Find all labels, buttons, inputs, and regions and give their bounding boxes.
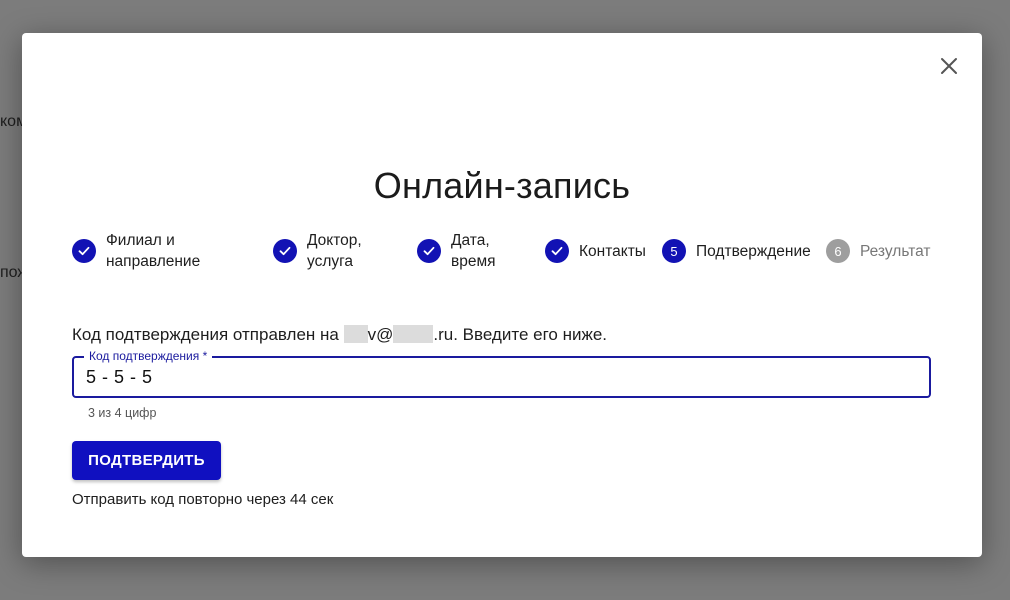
step-result: 6 Результат	[826, 229, 931, 273]
step-label: Результат	[860, 242, 931, 260]
confirmation-code-input[interactable]	[86, 358, 917, 396]
step-doctor[interactable]: Доктор, услуга	[273, 229, 362, 273]
check-icon	[72, 239, 96, 263]
redacted-text	[393, 325, 434, 343]
close-icon[interactable]	[938, 55, 960, 77]
step-label: Контакты	[579, 242, 646, 260]
email-part: .ru. Введите его ниже.	[433, 325, 608, 344]
dialog-title: Онлайн-запись	[373, 165, 631, 206]
step-label: Дата, время	[451, 232, 496, 270]
step-label: Доктор, услуга	[307, 232, 362, 270]
code-sent-message: Код подтверждения отправлен на v@ .ru. Вв…	[72, 325, 607, 345]
field-helper-text: 3 из 4 цифр	[88, 406, 157, 420]
booking-dialog: Онлайн-запись Филиал и направление Докто…	[22, 33, 982, 557]
close-button[interactable]	[938, 55, 960, 77]
redacted-text	[343, 325, 368, 343]
step-label: Филиал и направление	[106, 232, 201, 270]
message-prefix: Код подтверждения отправлен на	[72, 325, 339, 344]
step-contacts[interactable]: Контакты	[545, 229, 646, 273]
step-branch[interactable]: Филиал и направление	[72, 229, 200, 273]
step-number: 6	[826, 239, 850, 263]
confirm-button[interactable]: ПОДТВЕРДИТЬ	[72, 441, 221, 480]
step-number: 5	[662, 239, 686, 263]
stepper: Филиал и направление Доктор, услуга Дата…	[72, 229, 942, 273]
confirmation-code-field[interactable]: Код подтверждения *	[72, 349, 931, 398]
step-confirmation: 5 Подтверждение	[662, 229, 811, 273]
resend-countdown: Отправить код повторно через 44 сек	[72, 491, 334, 508]
check-icon	[273, 239, 297, 263]
check-icon	[417, 239, 441, 263]
check-icon	[545, 239, 569, 263]
email-part: v@	[367, 325, 394, 344]
step-datetime[interactable]: Дата, время	[417, 229, 496, 273]
step-label: Подтверждение	[696, 242, 811, 260]
